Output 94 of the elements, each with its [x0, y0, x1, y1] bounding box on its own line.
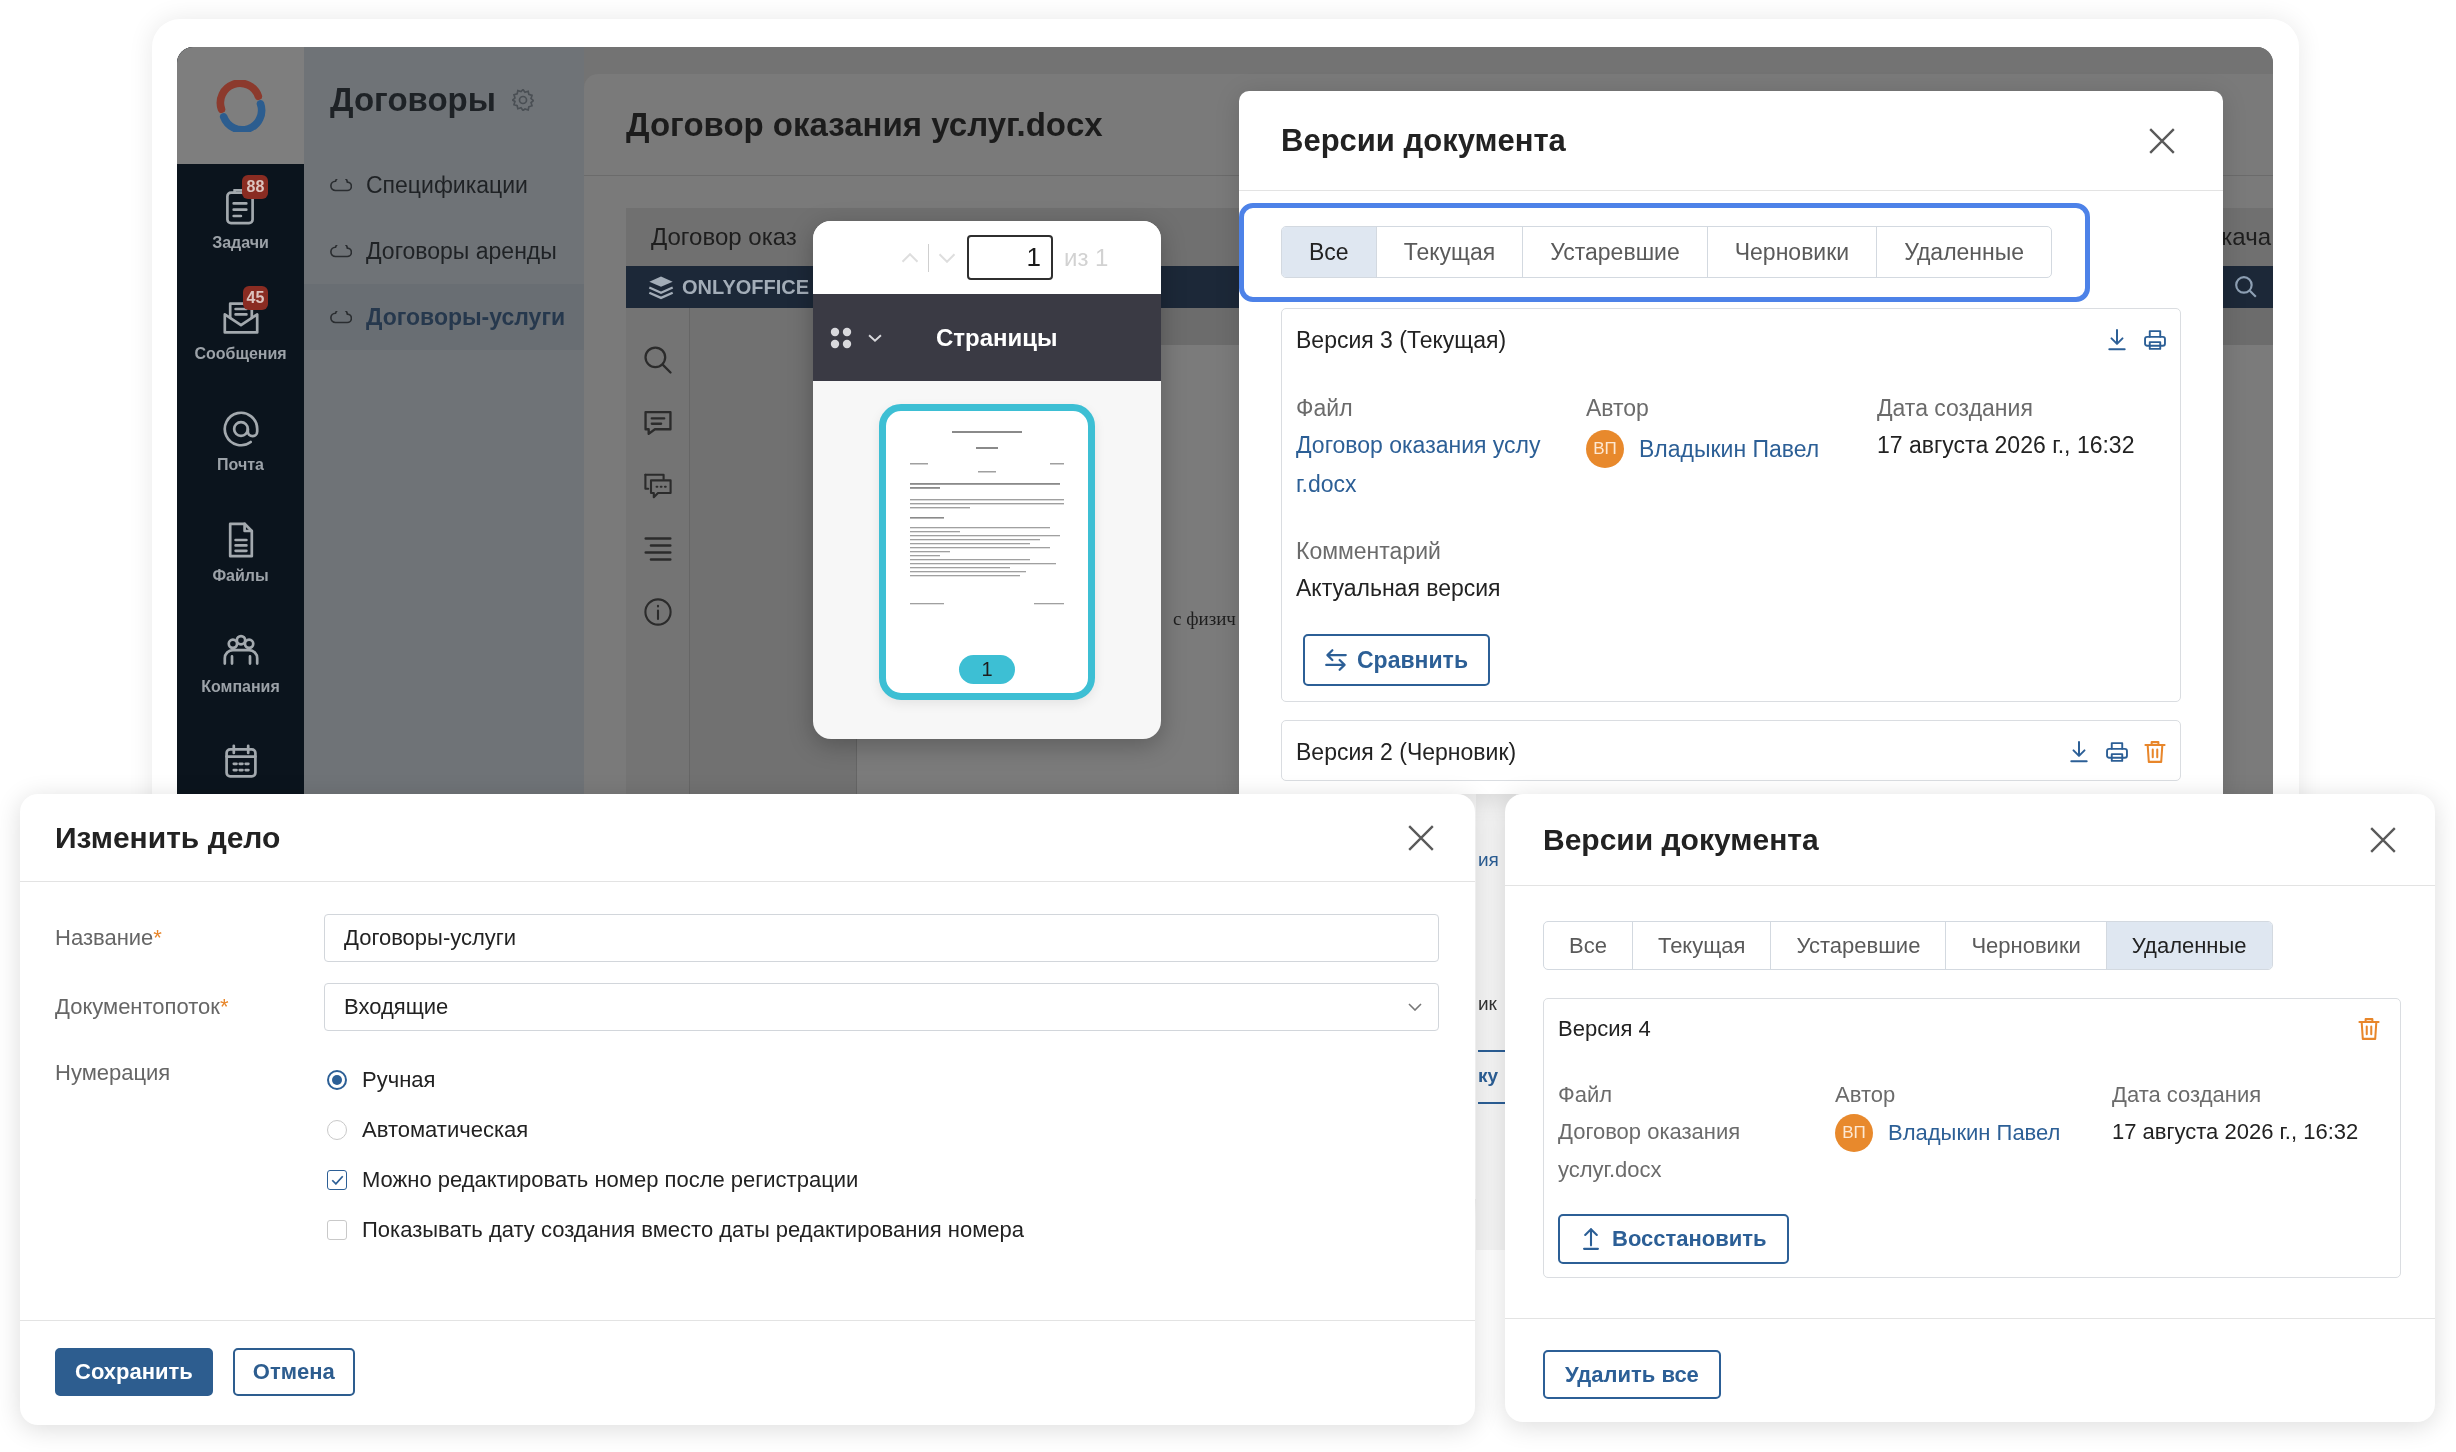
filter-tab[interactable]: Все: [1544, 922, 1632, 969]
dropdown-field[interactable]: Входящие: [324, 983, 1439, 1031]
chat-icon[interactable]: [643, 472, 672, 500]
sidebar-label[interactable]: Почта: [217, 455, 264, 474]
filter-tab[interactable]: Текущая: [1375, 227, 1523, 277]
field-label: Дата создания: [2112, 1081, 2263, 1109]
chevron-down-icon: [1408, 1003, 1422, 1011]
cloud-icon: [330, 244, 352, 258]
filter-tab[interactable]: Удаленные: [2105, 922, 2272, 969]
filter-tab[interactable]: Черновики: [1706, 227, 1877, 277]
cloud-icon: [330, 178, 352, 192]
panel-title: Страницы: [936, 323, 1058, 352]
sidebar-label[interactable]: Сообщения: [194, 344, 287, 363]
calendar-icon[interactable]: [222, 744, 259, 780]
option-label[interactable]: Можно редактировать номер после регистрации: [362, 1167, 859, 1193]
download-icon[interactable]: [2106, 329, 2128, 351]
date-value: 17 августа 2026 г., 16:32: [2112, 1118, 2360, 1146]
dialog-title: Изменить дело: [55, 820, 281, 855]
author-link[interactable]: Владыкин Павел: [1888, 1120, 2061, 1146]
avatar-initials: ВП: [1835, 1114, 1873, 1152]
layers-logo-icon: [648, 274, 674, 300]
close-icon[interactable]: [2149, 127, 2175, 154]
filter-tab[interactable]: Черновики: [1945, 922, 2106, 969]
count-badge: 88: [242, 175, 269, 199]
compare-button[interactable]: Сравнить: [1303, 634, 1491, 686]
filter-tab[interactable]: Текущая: [1631, 922, 1771, 969]
option-label[interactable]: Ручная: [362, 1067, 436, 1093]
search-icon[interactable]: [643, 346, 672, 374]
section-title: Договоры: [330, 80, 496, 119]
field-label: Автор: [1835, 1081, 1897, 1109]
restore-button[interactable]: Восстановить: [1558, 1214, 1789, 1264]
close-icon[interactable]: [1408, 824, 1434, 851]
page-thumbnail[interactable]: 1: [879, 404, 1095, 700]
print-icon[interactable]: [2144, 329, 2166, 351]
swap-arrows-icon: [1325, 649, 1347, 671]
text-field[interactable]: Договоры-услуги: [324, 914, 1439, 962]
print-icon[interactable]: [2106, 741, 2128, 763]
editor-title-fragment: кача: [2221, 223, 2271, 251]
filter-tab[interactable]: Все: [1282, 227, 1376, 277]
up-arrow-icon: [1580, 1228, 1602, 1250]
version-title: Версия 4: [1558, 1016, 1651, 1042]
cancel-button[interactable]: Отмена: [232, 1348, 355, 1396]
search-icon[interactable]: [2235, 276, 2257, 298]
dialog-title: Версии документа: [1281, 122, 1566, 159]
file-name: Договор оказания услуг.docx: [1558, 1118, 1742, 1184]
trash-icon[interactable]: [2358, 1018, 2380, 1040]
checkmark-icon: [330, 1175, 344, 1185]
grid-icon[interactable]: [830, 326, 852, 349]
text-fragment: ик: [1478, 992, 1497, 1016]
version-title: Версия 2 (Черновик): [1296, 738, 1517, 766]
brand-name: ONLYOFFICE: [682, 275, 810, 299]
headings-icon[interactable]: [643, 535, 672, 563]
delete-all-button[interactable]: Удалить все: [1543, 1350, 1721, 1399]
info-icon[interactable]: [643, 598, 672, 626]
page-number-field[interactable]: 1: [967, 235, 1053, 280]
sidebar-label[interactable]: Файлы: [212, 566, 269, 585]
count-badge: 45: [242, 286, 269, 310]
radio-button[interactable]: [327, 1070, 347, 1090]
cloud-icon: [330, 310, 352, 324]
caret-icon[interactable]: [868, 333, 882, 342]
at-sign-icon[interactable]: [222, 411, 259, 447]
author-link[interactable]: Владыкин Павел: [1639, 435, 1820, 463]
comment-text: Актуальная версия: [1296, 574, 1502, 603]
avatar-initials: ВП: [1586, 430, 1624, 468]
field-label: Название*: [55, 924, 163, 952]
document-title: Договор оказания услуг.docx: [626, 105, 1103, 144]
date-value: 17 августа 2026 г., 16:32: [1877, 431, 2136, 460]
document-text: с физич: [1173, 608, 1236, 629]
file-link[interactable]: Договор оказания услуг.docx: [1296, 426, 1546, 504]
option-label[interactable]: Показывать дату создания вместо даты редактирования номера: [362, 1217, 1024, 1243]
checkbox[interactable]: [327, 1170, 347, 1190]
field-label: Дата создания: [1877, 394, 2034, 423]
trash-icon[interactable]: [2144, 741, 2166, 763]
filter-tab[interactable]: Удаленные: [1876, 227, 2052, 277]
page-number-badge: 1: [959, 655, 1015, 684]
dialog-title: Версии документа: [1543, 822, 1819, 857]
filter-tab[interactable]: Устаревшие: [1522, 227, 1707, 277]
field-label: Нумерация: [55, 1059, 172, 1087]
save-button[interactable]: Сохранить: [55, 1348, 213, 1396]
text-fragment: ия: [1478, 848, 1499, 872]
field-label: Документопоток*: [55, 993, 230, 1021]
download-icon[interactable]: [2068, 741, 2090, 763]
sidebar-label[interactable]: Компания: [201, 677, 280, 696]
field-label: Файл: [1296, 394, 1354, 423]
field-label: Автор: [1586, 394, 1650, 423]
option-label[interactable]: Автоматическая: [362, 1117, 529, 1143]
close-icon[interactable]: [2370, 826, 2396, 853]
field-label: Файл: [1558, 1081, 1614, 1109]
filter-tab[interactable]: Устаревшие: [1770, 922, 1946, 969]
editor-title: Договор оказ: [651, 223, 797, 251]
field-label: Комментарий: [1296, 537, 1442, 566]
version-title: Версия 3 (Текущая): [1296, 326, 1507, 354]
sidebar-label[interactable]: Задачи: [212, 233, 269, 252]
comment-icon[interactable]: [643, 409, 672, 437]
